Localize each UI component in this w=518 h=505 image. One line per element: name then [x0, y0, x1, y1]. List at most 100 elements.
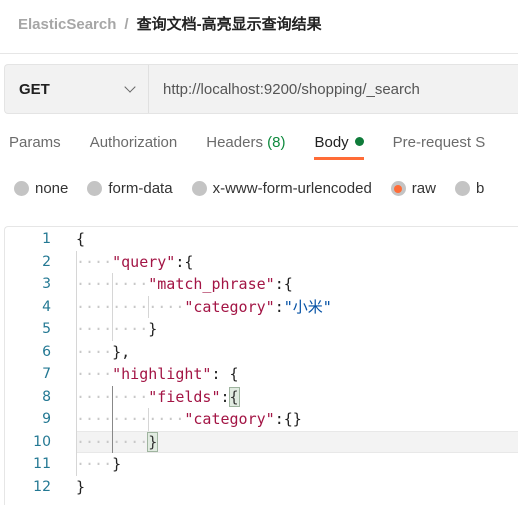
json-key: "category": [184, 297, 275, 316]
whitespace-marker: ····: [76, 455, 113, 473]
json-punctuation: }: [76, 477, 86, 496]
radio-binary[interactable]: b: [454, 180, 485, 197]
code-editor[interactable]: 1{2 ····"query":{3 ········"match_phrase":…: [4, 226, 518, 505]
whitespace-marker: ····: [76, 365, 113, 383]
whitespace-marker: ············: [76, 297, 185, 316]
radio-button[interactable]: [14, 181, 29, 196]
json-punctuation: :: [274, 297, 284, 316]
line-number: 1: [42, 231, 51, 247]
radio-raw[interactable]: raw: [390, 180, 436, 197]
line-number: 5: [42, 321, 51, 337]
code-line-content: 3 ········"match_phrase":{: [5, 273, 518, 296]
url-input[interactable]: http://localhost:9200/shopping/_search: [149, 81, 420, 98]
line-number: 12: [33, 478, 51, 495]
json-punctuation: {: [76, 230, 86, 248]
breadcrumb: ElasticSearch / 查询文档-高亮显示查询结果: [18, 13, 322, 34]
json-key: "fields": [148, 387, 221, 406]
json-key: "category": [184, 410, 275, 428]
request-tabs: Params Authorization Headers (8) Body Pr…: [9, 134, 485, 160]
code-text: ········"fields":{: [76, 386, 240, 409]
indent-guide: [148, 408, 150, 431]
breadcrumb-parent[interactable]: ElasticSearch: [18, 16, 116, 33]
radio-label: x-www-form-urlencoded: [212, 180, 372, 197]
radio-button[interactable]: [87, 181, 103, 196]
method-label: GET: [19, 80, 50, 98]
code-line-content: 9 ············"category":{}: [5, 408, 518, 431]
radio-urlencoded[interactable]: x-www-form-urlencoded: [191, 180, 372, 197]
whitespace-marker: ············: [76, 410, 185, 428]
json-punctuation: : {: [211, 365, 239, 383]
code-line-content: 6 ····},: [5, 341, 518, 364]
line-number: 7: [42, 366, 51, 382]
code-text: ····"query":{: [76, 251, 193, 274]
code-text: ········"match_phrase":{: [76, 273, 293, 296]
indent-guide: [148, 295, 150, 318]
json-punctuation: :{: [175, 252, 194, 271]
json-punctuation: },: [112, 342, 131, 361]
line-number: 10: [33, 433, 51, 450]
code-text: ····},: [76, 341, 130, 364]
tab-label: Authorization: [89, 134, 178, 151]
headers-count: (8): [267, 134, 286, 151]
code-line-content: 2 ····"query":{: [5, 251, 518, 274]
tab-pre-request-script[interactable]: Pre-request S: [393, 134, 486, 160]
tab-body[interactable]: Body: [314, 134, 364, 160]
code-text: {: [76, 228, 85, 251]
json-punctuation: }: [112, 455, 122, 473]
code-line-content: 10 ········}: [5, 431, 518, 454]
tab-params[interactable]: Params: [9, 134, 61, 160]
matched-bracket: }: [147, 431, 159, 452]
line-number: 2: [42, 253, 51, 270]
method-select[interactable]: GET: [5, 65, 149, 113]
matched-bracket: {: [228, 386, 240, 407]
radio-label: none: [35, 180, 69, 197]
tab-label: Headers: [206, 134, 263, 151]
line-number: 8: [42, 388, 51, 405]
whitespace-marker: ····: [76, 252, 113, 271]
radio-label: form-data: [108, 180, 173, 197]
line-number: 3: [42, 276, 51, 292]
json-key: "query": [112, 252, 176, 271]
line-number: 11: [33, 456, 51, 472]
code-line-content: 11 ····}: [5, 453, 518, 476]
code-text: ····}: [76, 453, 121, 476]
code-line-content: 8 ········"fields":{: [5, 386, 518, 409]
tab-authorization[interactable]: Authorization: [90, 134, 178, 160]
radio-button[interactable]: [454, 181, 470, 196]
tab-label: Pre-request S: [392, 134, 486, 151]
request-name[interactable]: 查询文档-高亮显示查询结果: [137, 16, 322, 33]
line-number: 4: [42, 298, 51, 315]
radio-none[interactable]: none: [14, 180, 68, 197]
indent-guide: [112, 385, 114, 453]
json-key: "highlight": [112, 365, 212, 383]
request-bar: GET http://localhost:9200/shopping/_sear…: [4, 64, 518, 114]
radio-form-data[interactable]: form-data: [87, 180, 173, 197]
code-text: }: [76, 476, 85, 499]
radio-label: b: [475, 180, 485, 197]
json-punctuation: :{}: [274, 410, 302, 428]
tab-headers[interactable]: Headers (8): [206, 134, 285, 160]
code-text: ········}: [76, 431, 159, 454]
code-text: ············"category":"小米": [76, 296, 332, 319]
chevron-down-icon: [124, 81, 136, 93]
radio-label: raw: [411, 180, 436, 197]
code-line-content: 7 ····"highlight": {: [5, 363, 518, 386]
code-line-content: 12}: [5, 476, 518, 499]
radio-button-selected[interactable]: [390, 181, 406, 196]
divider: [0, 53, 518, 54]
json-punctuation: }: [148, 320, 158, 338]
json-punctuation: :{: [274, 275, 293, 293]
code-text: ····"highlight": {: [76, 363, 239, 386]
code-text: ············"category":{}: [76, 408, 302, 431]
indent-guide: [76, 250, 77, 476]
code-line-content: 4 ············"category":"小米": [5, 296, 518, 319]
json-punctuation: :: [220, 387, 230, 406]
whitespace-marker: ····: [76, 342, 113, 361]
tab-label: Body: [314, 134, 349, 151]
tab-label: Params: [9, 134, 61, 151]
code-line-content: 5 ········}: [5, 318, 518, 341]
json-string: "小米": [283, 297, 332, 316]
code-text: ········}: [76, 318, 157, 341]
radio-button[interactable]: [191, 181, 207, 196]
body-indicator-dot: [354, 137, 364, 146]
